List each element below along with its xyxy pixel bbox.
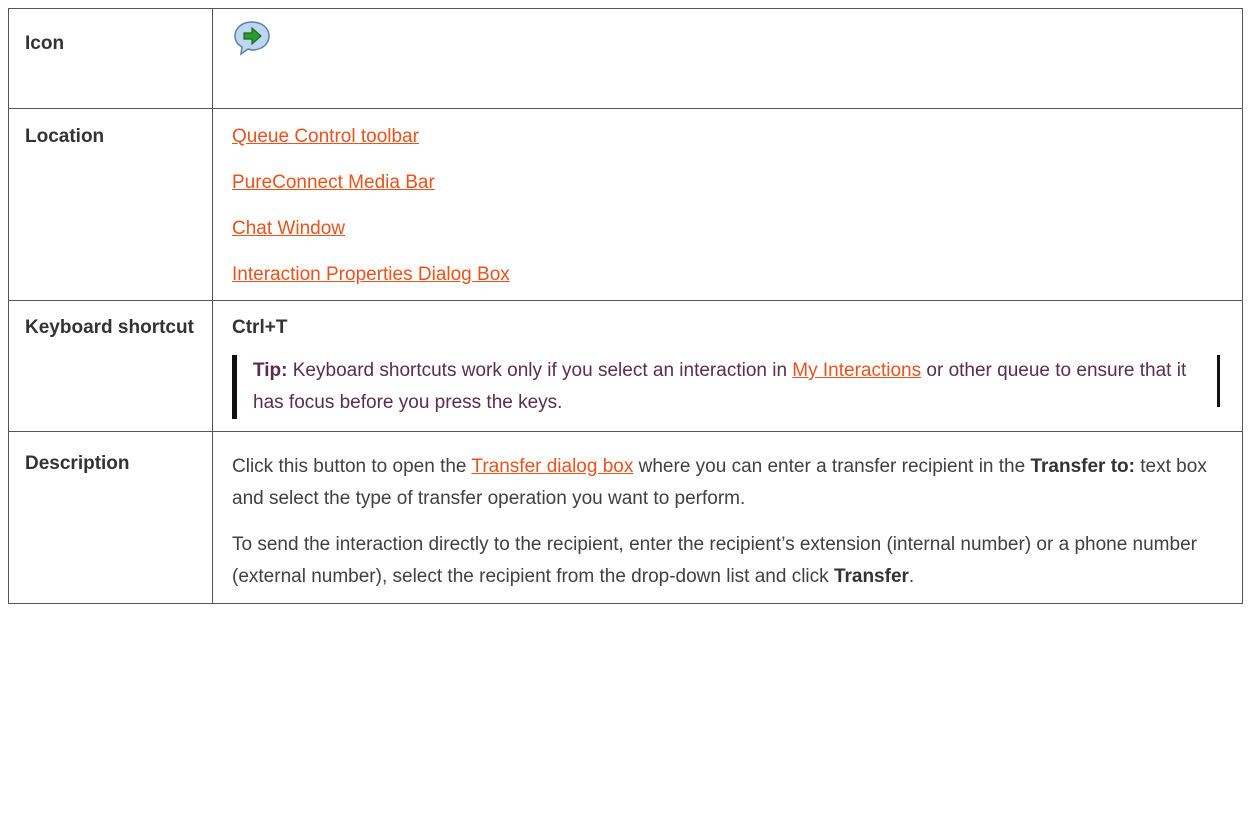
queue-control-toolbar-link[interactable]: Queue Control toolbar	[232, 126, 419, 147]
description-row: Description Click this button to open th…	[8, 431, 1243, 604]
icon-row-label: Icon	[8, 8, 213, 109]
reference-table: Icon Location Queue Control toolbar Pure…	[8, 8, 1243, 604]
keyboard-shortcut-row-value: Ctrl+T Tip: Keyboard shortcuts work only…	[212, 300, 1243, 432]
desc-p2-text-1: To send the interaction directly to the …	[232, 534, 1197, 587]
description-row-label: Description	[8, 431, 213, 604]
description-paragraph-2: To send the interaction directly to the …	[232, 529, 1228, 593]
tip-right-bar	[1217, 355, 1220, 407]
desc-p2-bold: Transfer	[833, 566, 909, 587]
tip-note: Tip: Keyboard shortcuts work only if you…	[232, 355, 1228, 419]
description-paragraph-1: Click this button to open the Transfer d…	[232, 451, 1228, 515]
location-row: Location Queue Control toolbar PureConne…	[8, 108, 1243, 301]
my-interactions-link[interactable]: My Interactions	[792, 360, 921, 381]
transfer-dialog-box-link[interactable]: Transfer dialog box	[471, 456, 633, 477]
icon-row: Icon	[8, 8, 1243, 109]
pureconnect-media-bar-link[interactable]: PureConnect Media Bar	[232, 172, 435, 193]
icon-row-value	[212, 8, 1243, 109]
desc-p1-text-2: where you can enter a transfer recipient…	[633, 456, 1031, 477]
desc-p1-text-1: Click this button to open the	[232, 456, 472, 477]
shortcut-keys: Ctrl+T	[232, 317, 288, 338]
description-row-value: Click this button to open the Transfer d…	[212, 431, 1243, 604]
keyboard-shortcut-row-label: Keyboard shortcut	[8, 300, 213, 432]
location-row-label: Location	[8, 108, 213, 301]
interaction-properties-dialog-link[interactable]: Interaction Properties Dialog Box	[232, 264, 510, 285]
keyboard-shortcut-row: Keyboard shortcut Ctrl+T Tip: Keyboard s…	[8, 300, 1243, 432]
transfer-arrow-bubble-icon	[232, 19, 272, 57]
tip-label: Tip:	[253, 360, 288, 381]
desc-p2-text-2: .	[908, 566, 915, 587]
tip-text-part-1: Keyboard shortcuts work only if you sele…	[287, 360, 793, 381]
location-row-value: Queue Control toolbar PureConnect Media …	[212, 108, 1243, 301]
desc-p1-bold: Transfer to:	[1030, 456, 1135, 477]
chat-window-link[interactable]: Chat Window	[232, 218, 345, 239]
